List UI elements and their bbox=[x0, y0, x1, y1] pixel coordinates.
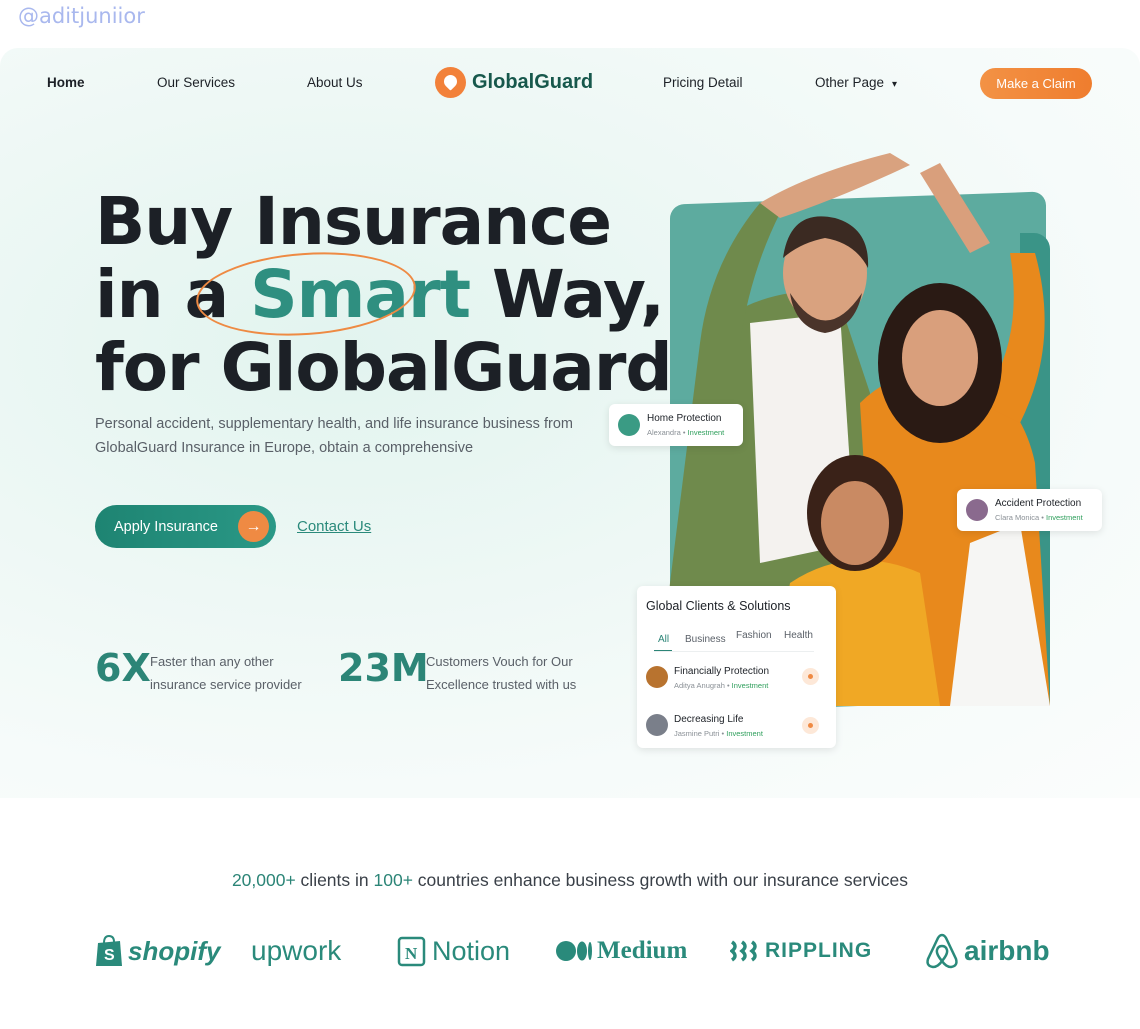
brand-name: Notion bbox=[432, 935, 511, 966]
brand-notion: N Notion bbox=[397, 930, 510, 972]
stat-value-customers: 23M bbox=[338, 646, 429, 690]
brand-name: Medium bbox=[597, 937, 688, 964]
heading-line-3: for GlobalGuard bbox=[95, 329, 673, 406]
global-clients-card: Global Clients & Solutions All Business … bbox=[637, 586, 836, 748]
shopify-bag-icon: S bbox=[96, 934, 122, 966]
clients-rest: countries enhance business growth with o… bbox=[412, 870, 909, 890]
card-subtitle: Clara Monica • Investment bbox=[995, 513, 1083, 522]
svg-text:S: S bbox=[104, 947, 115, 964]
nav-other-page[interactable]: Other Page ▾ bbox=[815, 75, 897, 90]
clients-statement: 20,000+ clients in 100+ countries enhanc… bbox=[0, 870, 1140, 891]
contact-us-link[interactable]: Contact Us bbox=[297, 518, 371, 535]
brand-shopify: S shopify bbox=[95, 930, 220, 972]
card-person: Alexandra bbox=[647, 428, 681, 437]
brand-rippling: RIPPLING bbox=[730, 930, 872, 972]
logo[interactable]: GlobalGuard bbox=[435, 67, 593, 98]
brand-upwork: upwork bbox=[251, 930, 341, 972]
brand-medium: Medium bbox=[556, 930, 687, 972]
card-tag: Investment bbox=[687, 428, 725, 437]
tab-business[interactable]: Business bbox=[685, 634, 726, 645]
clients-mid: clients in bbox=[295, 870, 374, 890]
avatar bbox=[966, 499, 988, 521]
card-person: Clara Monica bbox=[995, 513, 1040, 522]
rippling-icon bbox=[730, 940, 757, 962]
heading-line-2-end: Way, bbox=[470, 256, 665, 333]
countries-count: 100+ bbox=[373, 870, 413, 890]
apply-insurance-button[interactable]: Apply Insurance → bbox=[95, 505, 276, 548]
nav-our-services[interactable]: Our Services bbox=[157, 75, 235, 90]
accident-protection-card[interactable]: Accident Protection Clara Monica • Inves… bbox=[957, 489, 1102, 531]
card-title: Global Clients & Solutions bbox=[646, 599, 791, 613]
tab-health[interactable]: Health bbox=[784, 630, 813, 641]
logo-icon bbox=[435, 67, 466, 98]
nav-other-page-label: Other Page bbox=[815, 75, 885, 90]
home-protection-card[interactable]: Home Protection Alexandra • Investment bbox=[609, 404, 743, 446]
nav-home[interactable]: Home bbox=[47, 75, 85, 90]
woman-face bbox=[902, 310, 978, 406]
tabs-divider bbox=[654, 651, 814, 652]
brand-name: shopify bbox=[128, 935, 221, 966]
brand-name: upwork bbox=[251, 935, 342, 966]
item-person: Aditya Anugrah bbox=[674, 681, 725, 690]
nav-pricing-detail[interactable]: Pricing Detail bbox=[663, 75, 743, 90]
logo-text: GlobalGuard bbox=[472, 71, 594, 93]
arrow-right-icon: → bbox=[238, 511, 269, 542]
stat-text-customers: Customers Vouch for Our Excellence trust… bbox=[426, 654, 577, 692]
airbnb-icon bbox=[926, 933, 958, 969]
stat-value-speed: 6X bbox=[95, 646, 151, 690]
card-title: Home Protection bbox=[647, 413, 722, 424]
card-tag: Investment bbox=[1045, 513, 1083, 522]
stat-text-speed: Faster than any other insurance service … bbox=[150, 654, 302, 692]
card-title: Accident Protection bbox=[995, 498, 1082, 509]
avatar bbox=[646, 666, 668, 688]
watermark: @aditjuniior bbox=[18, 4, 145, 28]
item-status-dot-icon bbox=[802, 717, 819, 734]
hero-section: Home Our Services About Us GlobalGuard P… bbox=[0, 48, 1140, 798]
nav-about-us[interactable]: About Us bbox=[307, 75, 363, 90]
clients-count: 20,000+ bbox=[231, 870, 296, 890]
item-status-dot-icon bbox=[802, 668, 819, 685]
apply-insurance-label: Apply Insurance bbox=[114, 518, 218, 535]
hero-description: Personal accident, supplementary health,… bbox=[95, 416, 573, 456]
brand-airbnb: airbnb bbox=[925, 930, 1050, 972]
medium-icon bbox=[556, 941, 592, 961]
item-subtitle: Jasmine Putri • Investment bbox=[674, 729, 763, 738]
man-forearm bbox=[760, 153, 910, 218]
chevron-down-icon: ▾ bbox=[892, 79, 898, 90]
brand-name: RIPPLING bbox=[765, 939, 873, 962]
svg-text:N: N bbox=[405, 944, 418, 963]
item-subtitle: Aditya Anugrah • Investment bbox=[674, 681, 769, 690]
card-subtitle: Alexandra • Investment bbox=[647, 428, 725, 437]
item-title: Decreasing Life bbox=[674, 714, 744, 725]
heading-line-1: Buy Insurance bbox=[95, 183, 612, 260]
notion-icon: N bbox=[397, 936, 426, 967]
woman-forearm bbox=[920, 163, 990, 253]
item-title: Financially Protection bbox=[674, 666, 770, 677]
avatar bbox=[618, 414, 640, 436]
item-person: Jasmine Putri bbox=[674, 729, 720, 738]
item-tag: Investment bbox=[731, 681, 769, 690]
tab-all[interactable]: All bbox=[658, 634, 669, 645]
avatar bbox=[646, 714, 668, 736]
brand-name: airbnb bbox=[964, 935, 1050, 966]
tab-fashion[interactable]: Fashion bbox=[736, 630, 772, 641]
make-a-claim-button[interactable]: Make a Claim bbox=[980, 68, 1092, 99]
item-tag: Investment bbox=[726, 729, 763, 738]
girl-face bbox=[821, 481, 889, 565]
